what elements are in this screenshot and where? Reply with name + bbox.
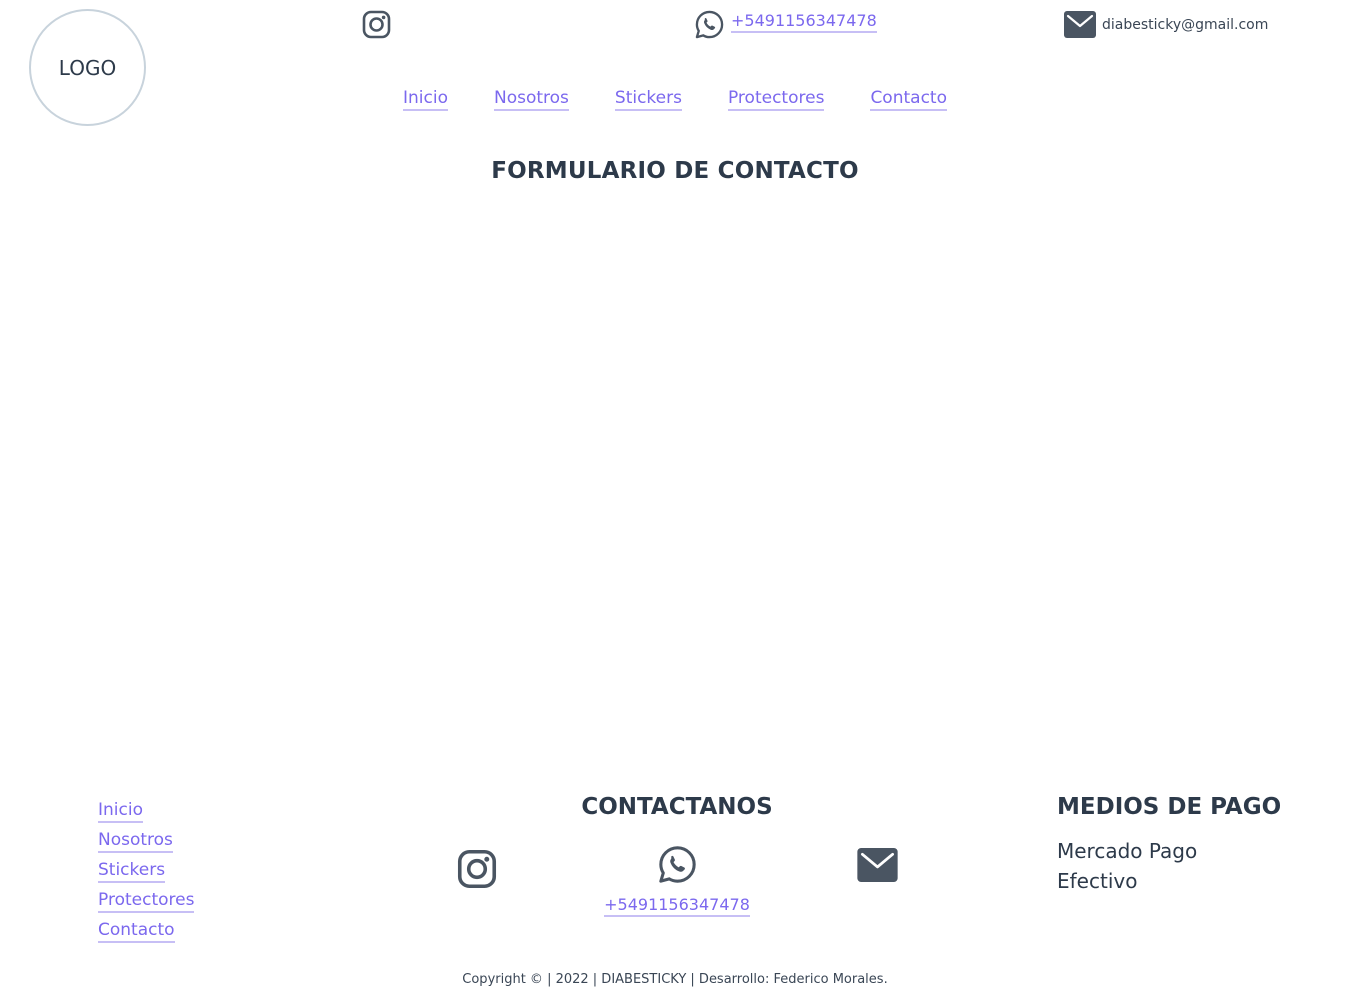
footer-nav-contacto[interactable]: Contacto <box>98 920 175 943</box>
payment-title: MEDIOS DE PAGO <box>1057 794 1282 820</box>
logo-text: LOGO <box>58 55 117 80</box>
email-contact: diabesticky@gmail.com <box>1064 11 1268 38</box>
whatsapp-contact: +5491156347478 <box>694 9 877 40</box>
mail-icon[interactable] <box>1064 11 1096 38</box>
instagram-icon <box>457 849 497 889</box>
nav-item-nosotros[interactable]: Nosotros <box>493 88 569 111</box>
whatsapp-icon <box>659 846 696 883</box>
copyright: Copyright © | 2022 | DIABESTICKY | Desar… <box>462 972 888 987</box>
payment-methods-list: Mercado Pago Efectivo <box>1057 836 1197 896</box>
page-title: FORMULARIO DE CONTACTO <box>491 158 859 184</box>
whatsapp-icon[interactable] <box>694 9 725 40</box>
header-email: diabesticky@gmail.com <box>1102 16 1269 33</box>
payment-method-efectivo: Efectivo <box>1057 869 1138 893</box>
footer-nav-stickers[interactable]: Stickers <box>98 860 166 883</box>
mail-icon <box>857 848 898 882</box>
payment-method-mercado-pago: Mercado Pago <box>1057 839 1198 863</box>
nav-item-stickers[interactable]: Stickers <box>614 88 682 111</box>
instagram-link[interactable] <box>362 10 391 39</box>
instagram-icon <box>362 10 391 39</box>
header-phone-link[interactable]: +5491156347478 <box>731 11 877 33</box>
nav-item-contacto[interactable]: Contacto <box>870 88 947 111</box>
footer-nav-protectores[interactable]: Protectores <box>98 890 195 913</box>
footer-mail-link[interactable] <box>857 848 898 882</box>
footer-phone: +5491156347478 <box>477 895 877 917</box>
main-nav: Inicio Nosotros Stickers Protectores Con… <box>0 88 1350 111</box>
footer-phone-link[interactable]: +5491156347478 <box>604 895 750 917</box>
footer-nav-nosotros[interactable]: Nosotros <box>98 830 173 853</box>
footer-instagram-link[interactable] <box>457 849 497 889</box>
contact-title: CONTACTANOS <box>581 794 773 820</box>
footer-whatsapp-link[interactable] <box>657 844 698 885</box>
footer-nav-inicio[interactable]: Inicio <box>98 800 143 823</box>
nav-item-protectores[interactable]: Protectores <box>727 88 825 111</box>
footer-nav: Inicio Nosotros Stickers Protectores Con… <box>98 800 195 943</box>
nav-item-inicio[interactable]: Inicio <box>403 88 448 111</box>
